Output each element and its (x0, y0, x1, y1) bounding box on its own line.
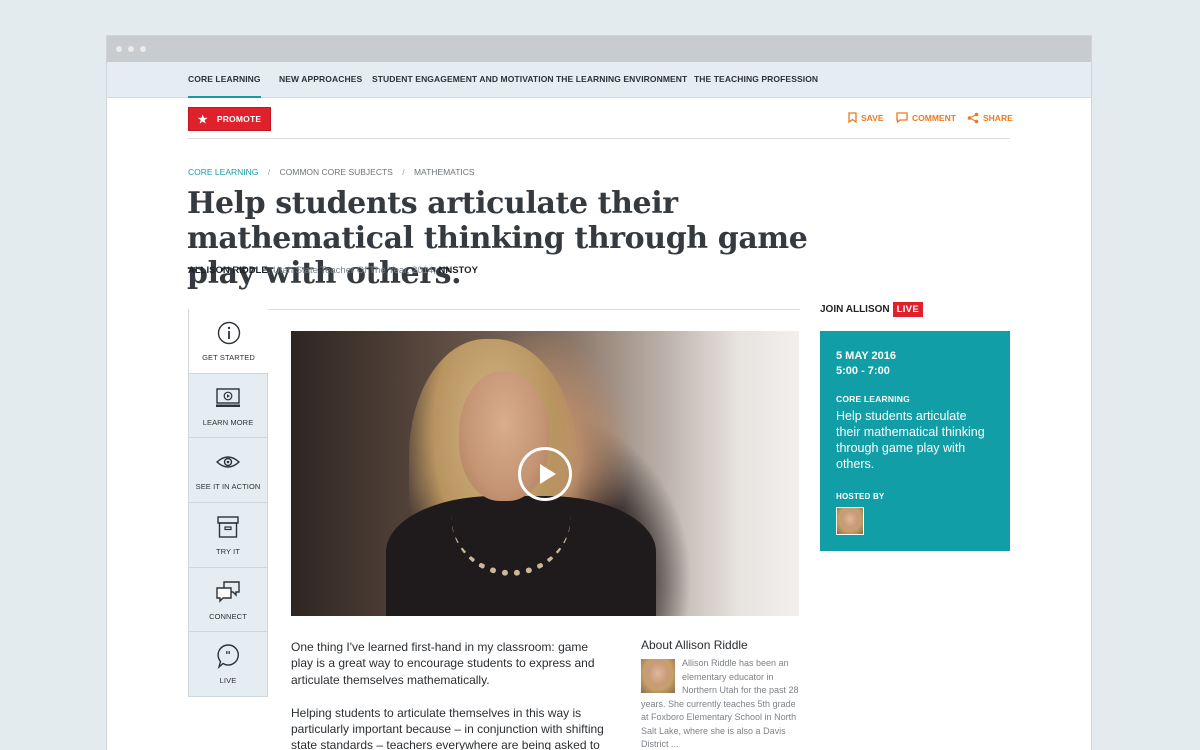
author-org[interactable]: NNSTOY (438, 265, 477, 276)
article-paragraph: One thing I've learned first-hand in my … (291, 640, 595, 687)
eye-icon (215, 456, 241, 469)
avatar[interactable] (641, 659, 675, 693)
article-toolbar: ★ PROMOTE SAVE COMMENT SHARE (188, 98, 1013, 139)
window-chrome (107, 36, 1091, 62)
sidenav-label: LEARN MORE (202, 417, 254, 427)
comment-label: COMMENT (912, 112, 956, 123)
quote-bubble-icon: " (217, 644, 239, 670)
star-icon: ★ (197, 113, 208, 126)
content-divider (188, 309, 800, 310)
section-sidenav: GET STARTED LEARN MORE SEE IT IN ACTION … (188, 309, 268, 698)
play-button[interactable] (518, 447, 572, 501)
live-event-card[interactable]: 5 MAY 2016 5:00 - 7:00 CORE LEARNING Hel… (820, 331, 1010, 551)
live-badge: LIVE (892, 302, 923, 317)
about-bio-block: Allison Riddle has been an elementary ed… (641, 657, 801, 750)
sidenav-label: CONNECT (209, 611, 247, 621)
window-dot[interactable] (116, 46, 122, 52)
author-name[interactable]: ALLISON RIDDLE (188, 265, 268, 276)
svg-text:": " (225, 649, 231, 662)
sidenav-label: TRY IT (215, 547, 241, 557)
archive-box-icon (217, 516, 239, 538)
bookmark-icon (848, 112, 857, 123)
hosted-by-label: HOSTED BY (836, 492, 885, 501)
about-heading: About Allison Riddle (641, 638, 748, 652)
nav-teaching-profession[interactable]: THE TEACHING PROFESSION (694, 62, 818, 98)
share-label: SHARE (983, 113, 1013, 123)
share-button[interactable]: SHARE (967, 112, 1013, 124)
info-icon (217, 321, 240, 345)
nav-new-approaches[interactable]: NEW APPROACHES (279, 62, 362, 98)
breadcrumb-mathematics[interactable]: MATHEMATICS (414, 167, 475, 177)
sidenav-label: GET STARTED (202, 353, 255, 362)
nav-student-engagement[interactable]: STUDENT ENGAGEMENT AND MOTIVATION (372, 62, 554, 98)
promote-label: PROMOTE (216, 114, 262, 124)
comment-button[interactable]: COMMENT (896, 112, 956, 123)
promote-button[interactable]: ★ PROMOTE (188, 107, 271, 131)
comment-icon (896, 112, 908, 123)
nav-core-learning[interactable]: CORE LEARNING (188, 62, 261, 98)
share-icon (967, 112, 979, 124)
join-label: JOIN ALLISON (820, 304, 890, 315)
save-button[interactable]: SAVE (848, 112, 884, 123)
window-dot[interactable] (128, 46, 134, 52)
chat-bubbles-icon (216, 581, 240, 603)
breadcrumb: CORE LEARNING / COMMON CORE SUBJECTS / M… (188, 167, 475, 177)
author-line: ALLISON RIDDLE, Utah State Teacher Of Th… (188, 265, 478, 276)
sidenav-see-it-in-action[interactable]: SEE IT IN ACTION (189, 438, 268, 504)
event-time: 5:00 - 7:00 (836, 365, 890, 377)
sidenav-label: LIVE (219, 676, 237, 686)
breadcrumb-separator: / (267, 167, 271, 177)
about-author: About Allison Riddle Allison Riddle has … (641, 638, 801, 750)
author-role: , Utah State Teacher Of The Year, 2014, (267, 265, 436, 276)
save-label: SAVE (861, 112, 884, 123)
join-live-header: JOIN ALLISON LIVE (820, 302, 923, 317)
breadcrumb-core-learning[interactable]: CORE LEARNING (188, 167, 258, 177)
browser-window: CORE LEARNING NEW APPROACHES STUDENT ENG… (107, 36, 1091, 750)
play-icon (539, 464, 556, 484)
sidenav-learn-more[interactable]: LEARN MORE (189, 373, 268, 439)
sidenav-get-started[interactable]: GET STARTED (189, 309, 268, 374)
event-title[interactable]: Help students articulate their mathemati… (836, 408, 994, 472)
breadcrumb-separator: / (402, 167, 405, 177)
video-screen-icon (216, 387, 240, 407)
sidenav-try-it[interactable]: TRY IT (189, 503, 268, 568)
event-category: CORE LEARNING (836, 394, 910, 404)
breadcrumb-common-core[interactable]: COMMON CORE SUBJECTS (280, 167, 393, 177)
article-body: One thing I've learned first-hand in my … (291, 639, 611, 750)
host-avatar[interactable] (836, 507, 864, 535)
top-navigation: CORE LEARNING NEW APPROACHES STUDENT ENG… (107, 62, 1091, 98)
window-dot[interactable] (140, 46, 146, 52)
sidenav-live[interactable]: " LIVE (189, 632, 268, 698)
article-paragraph: Helping students to articulate themselve… (291, 705, 604, 750)
video-player[interactable] (291, 331, 799, 616)
nav-learning-environment[interactable]: THE LEARNING ENVIRONMENT (556, 62, 687, 98)
sidenav-connect[interactable]: CONNECT (189, 567, 268, 633)
event-date: 5 MAY 2016 (836, 350, 896, 362)
sidenav-label: SEE IT IN ACTION (195, 482, 261, 492)
